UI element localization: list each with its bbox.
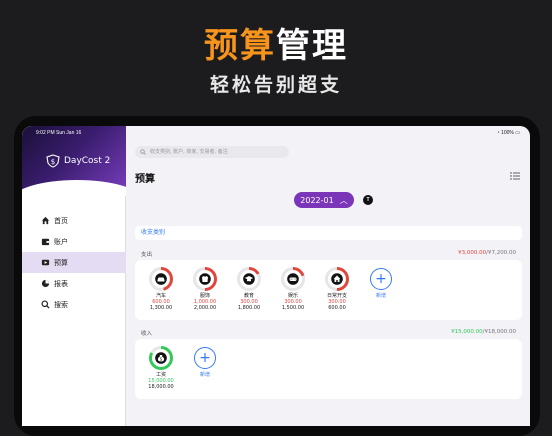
- promo-subtitle: 轻松告别超支: [209, 74, 342, 96]
- expense-budget-total: /¥7,200.00: [486, 250, 516, 256]
- sidebar: $ DayCost 2 首页 账户 预算 报表 搜索: [22, 126, 126, 426]
- battery-icon: ▭: [515, 130, 520, 136]
- category-name: 服饰: [199, 293, 210, 299]
- income-used-total: ¥15,000.00: [451, 329, 483, 335]
- budget-ring: $: [149, 346, 173, 370]
- svg-text:$: $: [160, 357, 163, 362]
- sidebar-item-label: 预算: [54, 258, 68, 267]
- sidebar-item-budget[interactable]: 预算: [22, 252, 126, 273]
- main-content: 收支类别, 账户, 商家, 交易者, 备注 预算 2022-01 ︿ T 收支类…: [127, 126, 530, 426]
- list-menu-icon[interactable]: [510, 172, 520, 180]
- sidebar-item-label: 账户: [54, 237, 68, 246]
- category-budget: 18,000.00: [148, 384, 174, 390]
- budget-category-daily[interactable]: 日常开支 300.00 600.00: [317, 267, 357, 311]
- category-name: 日常开支: [326, 293, 347, 299]
- svg-text:$: $: [51, 158, 55, 166]
- sidebar-item-search[interactable]: 搜索: [22, 294, 126, 315]
- sidebar-item-label: 报表: [54, 279, 68, 288]
- add-label: 新增: [375, 293, 386, 299]
- expense-total: ¥3,000.00/¥7,200.00: [458, 250, 516, 256]
- sidebar-item-home[interactable]: 首页: [22, 210, 126, 231]
- page-title: 预算: [135, 174, 155, 185]
- category-budget: 1,500.00: [281, 305, 305, 311]
- budget-category-entertainment[interactable]: 娱乐 300.00 1,500.00: [273, 267, 313, 311]
- graduation-cap-icon: [240, 270, 258, 288]
- income-label: 收入: [141, 331, 153, 337]
- status-time: 9:02 PM Sun Jan 16: [36, 130, 82, 136]
- budget-icon: [40, 258, 50, 268]
- category-name: 汽车: [155, 293, 166, 299]
- money-bag-icon: $: [152, 349, 170, 367]
- sidebar-item-label: 搜索: [54, 300, 68, 309]
- category-budget: 2,000.00: [193, 305, 217, 311]
- budget-category-car[interactable]: 汽车 600.00 1,300.00: [141, 267, 181, 311]
- app-logo-icon: $: [46, 154, 60, 168]
- category-budget: 600.00: [328, 305, 346, 311]
- budget-ring: [193, 267, 217, 291]
- sidebar-item-accounts[interactable]: 账户: [22, 231, 126, 252]
- category-link[interactable]: 收支类别: [135, 226, 522, 240]
- category-name: 教育: [243, 293, 254, 299]
- search-placeholder: 收支类别, 账户, 商家, 交易者, 备注: [150, 149, 228, 155]
- category-name: 娱乐: [287, 293, 298, 299]
- sidebar-nav: 首页 账户 预算 报表 搜索: [22, 210, 126, 315]
- budget-ring: [237, 267, 261, 291]
- budget-ring: [281, 267, 305, 291]
- sidebar-item-label: 首页: [54, 216, 68, 225]
- expense-label: 支出: [141, 252, 153, 258]
- house-icon: [328, 270, 346, 288]
- budget-ring: [325, 267, 349, 291]
- expense-used-total: ¥3,000.00: [458, 250, 487, 256]
- header-wave: [22, 180, 126, 196]
- today-badge[interactable]: T: [363, 195, 373, 205]
- app-screen: 9:02 PM Sun Jan 16 ◔ 100% ▭ $ DayCost 2 …: [22, 126, 530, 426]
- car-icon: [152, 270, 170, 288]
- plus-icon: +: [370, 268, 392, 290]
- expense-section-header: 支出 ¥3,000.00/¥7,200.00: [135, 248, 522, 258]
- add-income-budget-button[interactable]: + 新增: [185, 346, 225, 378]
- app-name: DayCost 2: [64, 156, 111, 166]
- sidebar-item-reports[interactable]: 报表: [22, 273, 126, 294]
- plus-icon: +: [194, 347, 216, 369]
- budget-category-salary[interactable]: $ 工资 15,000.00 18,000.00: [141, 346, 181, 390]
- status-battery: ◔ 100% ▭: [497, 130, 520, 136]
- promo-title-rest: 管理: [276, 26, 348, 66]
- period-selector-button[interactable]: 2022-01 ︿: [294, 192, 354, 208]
- search-icon: [140, 149, 146, 155]
- pie-chart-icon: [40, 279, 50, 289]
- category-budget: 1,300.00: [149, 305, 173, 311]
- wallet-icon: [40, 237, 50, 247]
- expense-card: 汽车 600.00 1,300.00 服饰 1,000.00 2,000.00 …: [135, 260, 522, 320]
- chevron-up-icon: ︿: [339, 195, 348, 205]
- income-total: ¥15,000.00/¥18,000.00: [451, 329, 516, 335]
- income-section-header: 收入 ¥15,000.00/¥18,000.00: [135, 327, 522, 337]
- promo-title-accent: 预算: [204, 26, 276, 66]
- add-label: 新增: [199, 372, 210, 378]
- search-input[interactable]: 收支类别, 账户, 商家, 交易者, 备注: [135, 146, 289, 158]
- clothing-icon: [196, 270, 214, 288]
- battery-percent: 100%: [501, 130, 514, 136]
- budget-category-clothing[interactable]: 服饰 1,000.00 2,000.00: [185, 267, 225, 311]
- home-icon: [40, 216, 50, 226]
- period-label: 2022-01: [300, 195, 334, 205]
- budget-category-education[interactable]: 教育 300.00 1,800.00: [229, 267, 269, 311]
- category-name: 工资: [155, 372, 166, 378]
- top-bar: 收支类别, 账户, 商家, 交易者, 备注: [127, 138, 530, 162]
- gamepad-icon: [284, 270, 302, 288]
- income-budget-total: /¥18,000.00: [482, 329, 516, 335]
- add-expense-budget-button[interactable]: + 新增: [361, 267, 401, 299]
- income-card: $ 工资 15,000.00 18,000.00 + 新增: [135, 339, 522, 399]
- status-bar: 9:02 PM Sun Jan 16 ◔ 100% ▭: [22, 126, 530, 138]
- search-icon: [40, 300, 50, 310]
- budget-ring: [149, 267, 173, 291]
- category-budget: 1,800.00: [237, 305, 261, 311]
- promo-title: 预算管理: [0, 18, 552, 67]
- promo-banner: 预算管理 轻松告别超支: [0, 0, 552, 120]
- wifi-icon: ◔: [496, 130, 500, 136]
